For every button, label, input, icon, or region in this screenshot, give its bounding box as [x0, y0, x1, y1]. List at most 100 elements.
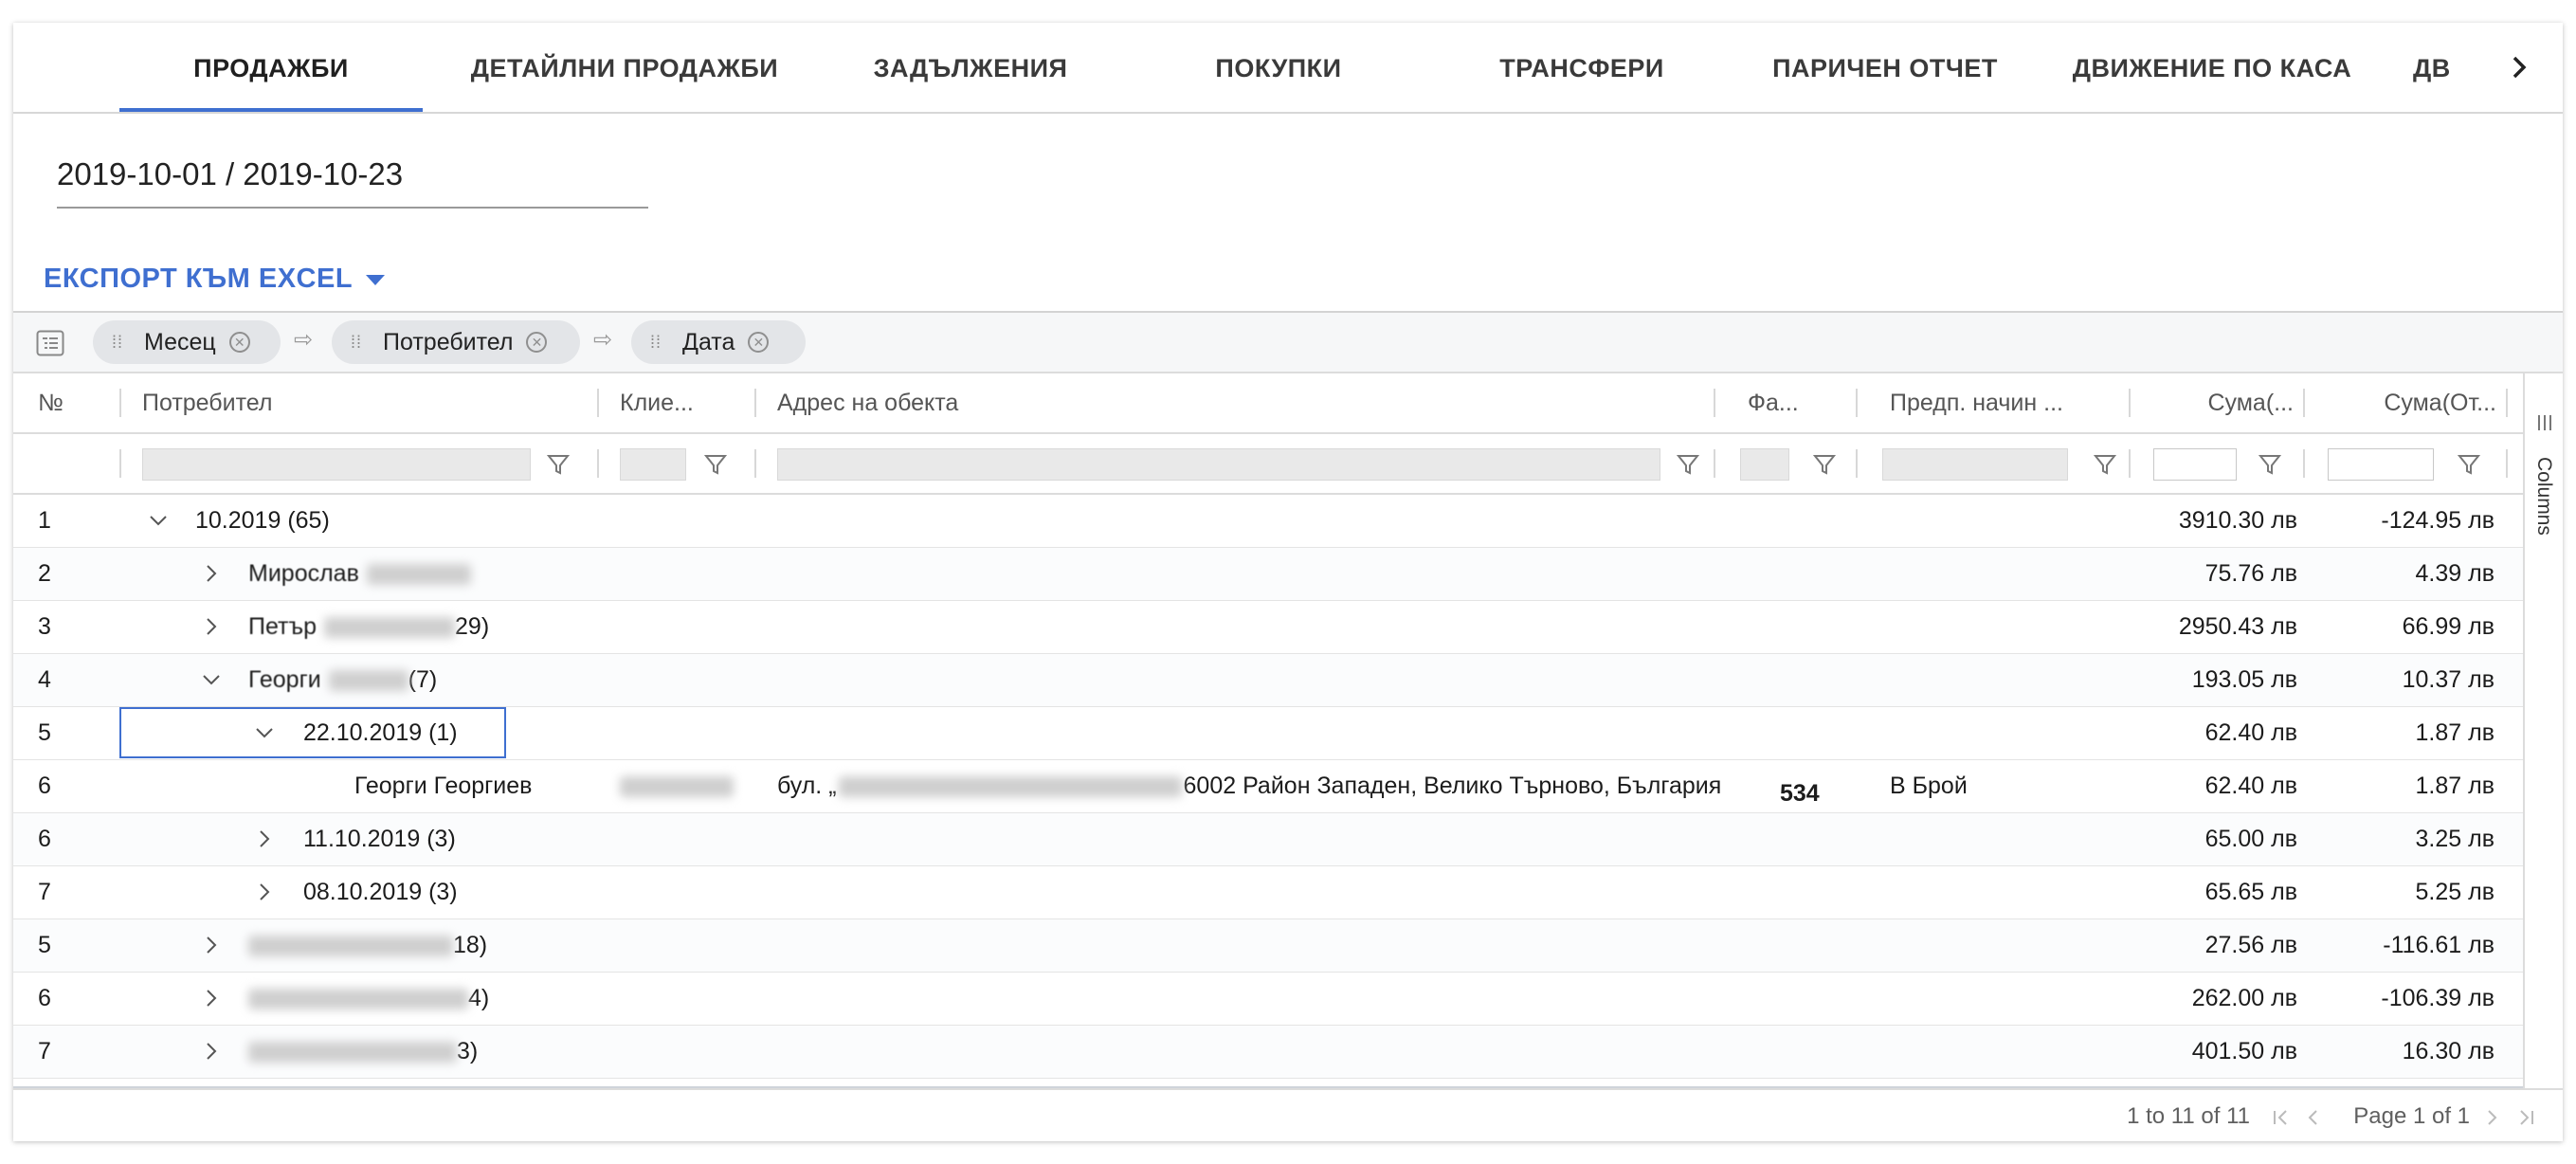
remove-group-icon[interactable]: ✕: [526, 332, 548, 353]
date-range-field[interactable]: 2019-10-01 / 2019-10-23: [57, 154, 648, 209]
redacted-text: [248, 1041, 457, 1063]
export-excel-button[interactable]: ЕКСПОРТ КЪМ EXCEL: [44, 260, 386, 298]
tab-cash-report[interactable]: ПАРИЧЕН ОТЧЕТ: [1743, 23, 2027, 112]
row-number: 1: [38, 507, 51, 534]
previous-page-icon[interactable]: [2303, 1107, 2324, 1128]
table-row[interactable]: 3 Петър 29) 2950.43 лв 66.99 лв: [13, 601, 2523, 654]
tab-sales[interactable]: ПРОДАЖБИ: [119, 23, 423, 112]
filter-icon[interactable]: [2457, 452, 2481, 477]
chevron-right-icon[interactable]: [199, 561, 224, 586]
tab-liabilities[interactable]: ЗАДЪЛЖЕНИЯ: [828, 23, 1113, 112]
chevron-down-icon[interactable]: [199, 667, 224, 692]
address-prefix: бул. „: [777, 773, 837, 799]
columns-icon[interactable]: [2535, 413, 2554, 432]
chevron-right-icon[interactable]: [252, 827, 277, 851]
table-row[interactable]: 7 3) 401.50 лв 16.30 лв: [13, 1026, 2523, 1079]
chevron-right-icon[interactable]: [252, 880, 277, 904]
group-chip-date[interactable]: ⁞⁞ Дата ✕: [631, 320, 806, 364]
filter-input-invoice[interactable]: [1740, 448, 1789, 481]
sum-paid-value: -124.95 лв: [2381, 507, 2494, 534]
table-row[interactable]: 5 18) 27.56 лв -116.61 лв: [13, 919, 2523, 973]
drag-handle-icon[interactable]: ⁞⁞: [112, 333, 123, 353]
group-chip-month[interactable]: ⁞⁞ Месец ✕: [93, 320, 281, 364]
chevron-down-icon[interactable]: [252, 720, 277, 745]
column-divider: [1856, 449, 1858, 478]
table-row[interactable]: 6 4) 262.00 лв -106.39 лв: [13, 973, 2523, 1026]
group-label-name: Георги: [248, 666, 321, 693]
chevron-right-icon[interactable]: [199, 933, 224, 957]
arrow-right-icon: ⇨: [294, 327, 314, 353]
chevron-down-icon[interactable]: [146, 508, 171, 533]
drag-handle-icon[interactable]: ⁞⁞: [351, 333, 362, 353]
column-divider: [1714, 449, 1715, 478]
column-divider[interactable]: [754, 389, 756, 417]
last-page-icon[interactable]: [2515, 1107, 2536, 1128]
next-page-icon[interactable]: [2481, 1107, 2502, 1128]
table-row[interactable]: 6 11.10.2019 (3) 65.00 лв 3.25 лв: [13, 813, 2523, 866]
filter-icon[interactable]: [2093, 452, 2117, 477]
sum-value: 262.00 лв: [2191, 985, 2297, 1011]
sum-paid-value: -116.61 лв: [2383, 932, 2494, 958]
tabs-scroll-right-button[interactable]: [2477, 23, 2563, 112]
filter-icon[interactable]: [546, 452, 571, 477]
remove-group-icon[interactable]: ✕: [228, 332, 250, 353]
column-divider[interactable]: [2506, 389, 2508, 417]
filter-input-address[interactable]: [777, 448, 1660, 481]
filter-icon[interactable]: [1676, 452, 1700, 477]
table-row[interactable]: 2 Мирослав 75.76 лв 4.39 лв: [13, 548, 2523, 601]
column-header-client[interactable]: Клие...: [620, 373, 694, 432]
tab-purchases[interactable]: ПОКУПКИ: [1136, 23, 1421, 112]
column-divider[interactable]: [1856, 389, 1858, 417]
filter-input-payment[interactable]: [1882, 448, 2068, 481]
group-chip-user[interactable]: ⁞⁞ Потребител ✕: [332, 320, 580, 364]
column-header-address[interactable]: Адрес на обекта: [777, 373, 958, 432]
table-row[interactable]: 4 Георги (7) 193.05 лв 10.37 лв: [13, 654, 2523, 707]
sum-paid-value: 66.99 лв: [2402, 613, 2494, 640]
remove-group-icon[interactable]: ✕: [748, 332, 770, 353]
filter-input-user[interactable]: [142, 448, 531, 481]
caret-down-icon: [366, 274, 386, 285]
group-label-count: 18): [453, 932, 488, 958]
table-row[interactable]: 7 08.10.2019 (3) 65.65 лв 5.25 лв: [13, 866, 2523, 919]
chevron-right-icon[interactable]: [199, 614, 224, 639]
redacted-text: [248, 935, 453, 956]
tab-transfers[interactable]: ТРАНСФЕРИ: [1440, 23, 1724, 112]
table-row[interactable]: 6 Георги Георгиев бул. „ 6002 Район Запа…: [13, 760, 2523, 813]
filter-input-client[interactable]: [620, 448, 686, 481]
column-divider[interactable]: [119, 389, 121, 417]
column-divider[interactable]: [1714, 389, 1715, 417]
filter-input-sum-paid[interactable]: [2328, 448, 2434, 481]
group-label: 18): [248, 919, 487, 972]
column-header-sum[interactable]: Сума(...: [2146, 373, 2294, 432]
column-divider[interactable]: [2129, 389, 2131, 417]
column-divider[interactable]: [2303, 389, 2305, 417]
row-number: 5: [38, 719, 51, 746]
sum-paid-value: -106.39 лв: [2381, 985, 2494, 1011]
filter-input-sum[interactable]: [2153, 448, 2237, 481]
column-header-number[interactable]: №: [38, 373, 63, 432]
column-header-payment[interactable]: Предп. начин ...: [1890, 373, 2063, 432]
column-header-sum-paid[interactable]: Сума(От...: [2316, 373, 2496, 432]
group-label-name: Мирослав: [248, 560, 359, 587]
row-number: 4: [38, 666, 51, 693]
columns-panel-toggle[interactable]: Columns: [2532, 457, 2555, 536]
table-row[interactable]: 5 22.10.2019 (1) 62.40 лв 1.87 лв: [13, 707, 2523, 760]
sum-value: 193.05 лв: [2191, 666, 2297, 693]
column-header-invoice[interactable]: Фа...: [1748, 373, 1799, 432]
filter-icon[interactable]: [1812, 452, 1837, 477]
column-divider[interactable]: [597, 389, 599, 417]
filter-icon[interactable]: [2258, 452, 2282, 477]
column-header-user[interactable]: Потребител: [142, 373, 272, 432]
tab-detailed-sales[interactable]: ДЕТАЙЛНИ ПРОДАЖБИ: [449, 23, 800, 112]
drag-handle-icon[interactable]: ⁞⁞: [650, 333, 662, 353]
sum-value: 62.40 лв: [2204, 773, 2297, 799]
filter-icon[interactable]: [703, 452, 728, 477]
group-label: Мирослав: [248, 548, 471, 600]
first-page-icon[interactable]: [2271, 1107, 2292, 1128]
sum-value: 75.76 лв: [2204, 560, 2297, 587]
chevron-right-icon[interactable]: [199, 986, 224, 1010]
sum-paid-value: 10.37 лв: [2402, 666, 2494, 693]
table-row[interactable]: 1 10.2019 (65) 3910.30 лв -124.95 лв: [13, 495, 2523, 548]
chevron-right-icon[interactable]: [199, 1039, 224, 1064]
tab-cash-movement[interactable]: ДВИЖЕНИЕ ПО КАСА: [2051, 23, 2373, 112]
